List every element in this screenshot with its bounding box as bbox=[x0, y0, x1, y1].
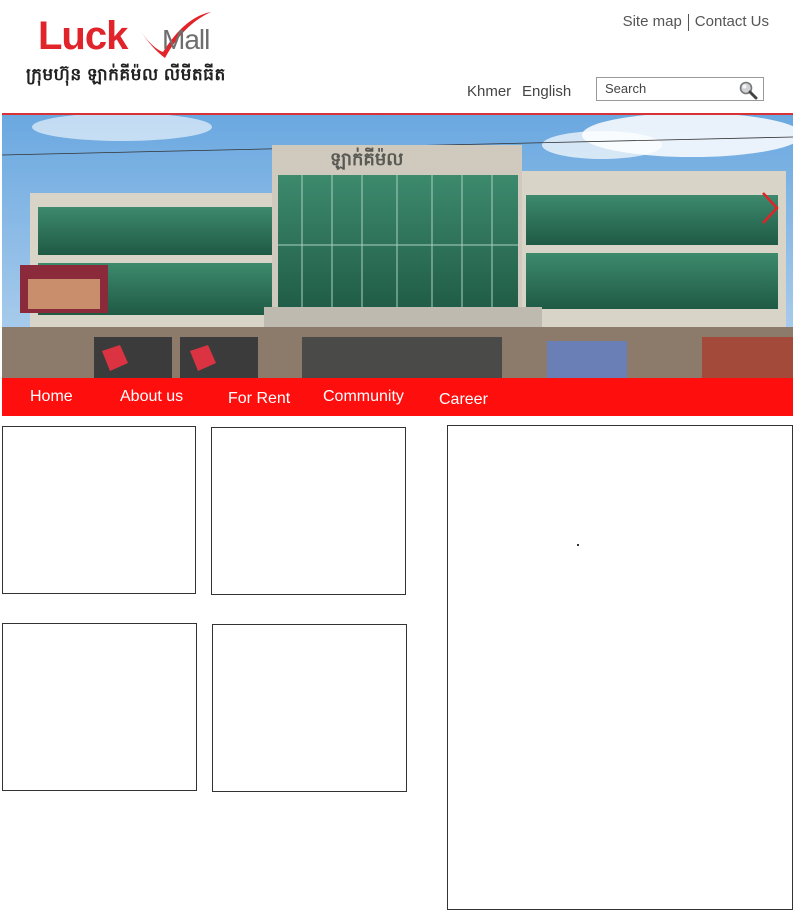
logo-lucky-text: Luck bbox=[38, 14, 128, 58]
search-input[interactable] bbox=[605, 81, 735, 96]
content-box bbox=[2, 623, 197, 791]
search-box bbox=[596, 77, 764, 101]
logo-mall-text: Mall bbox=[162, 24, 210, 55]
link-divider bbox=[687, 13, 689, 31]
content-box bbox=[211, 427, 406, 595]
content-box bbox=[2, 426, 196, 594]
language-english-link[interactable]: English bbox=[522, 83, 571, 100]
nav-item-about-us[interactable]: About us bbox=[120, 388, 183, 406]
mall-building-photo: ឡាក់គីម៉ល bbox=[2, 115, 793, 379]
nav-item-for-rent[interactable]: For Rent bbox=[228, 390, 290, 408]
mall-sign-text: ឡាក់គីម៉ល bbox=[330, 147, 403, 170]
stray-mark bbox=[577, 544, 579, 546]
content-box bbox=[212, 624, 407, 792]
main-nav: Home About us For Rent Community Career bbox=[2, 378, 793, 416]
contact-us-link[interactable]: Contact Us bbox=[695, 13, 769, 30]
nav-item-community[interactable]: Community bbox=[323, 388, 404, 406]
brand-logo[interactable]: Luck Mall bbox=[38, 6, 238, 62]
site-map-link[interactable]: Site map bbox=[623, 13, 682, 30]
company-khmer-name: ក្រុមហ៊ុន ឡាក់គីម៉ល លីមីតធីត bbox=[26, 65, 226, 84]
search-icon[interactable] bbox=[738, 80, 758, 100]
language-khmer-link[interactable]: Khmer bbox=[467, 83, 511, 100]
nav-item-home[interactable]: Home bbox=[30, 388, 73, 406]
banner-next-icon[interactable] bbox=[759, 189, 781, 227]
sidebar-panel bbox=[447, 425, 793, 910]
nav-item-career[interactable]: Career bbox=[439, 391, 488, 409]
top-links: Site map Contact Us bbox=[623, 13, 769, 31]
hero-banner: ឡាក់គីម៉ល bbox=[2, 113, 793, 379]
